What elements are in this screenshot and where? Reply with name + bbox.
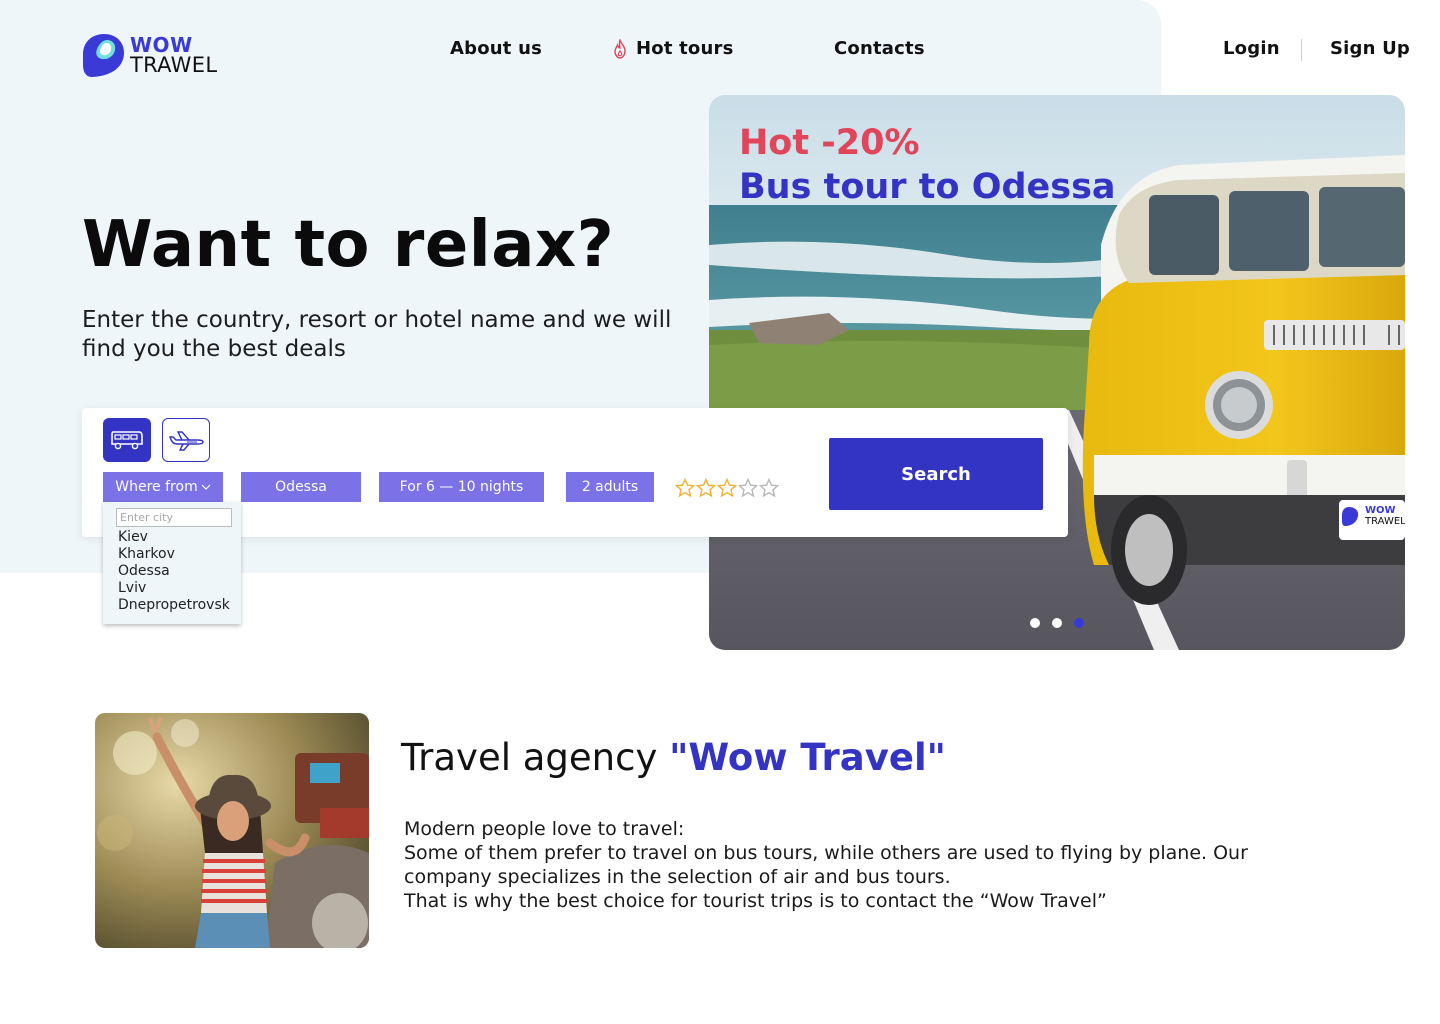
about-text: Modern people love to travel: Some of th… — [404, 817, 1304, 913]
license-plate-logo: WOW TRAWEL — [1365, 505, 1405, 527]
about-title: Travel agency "Wow Travel" — [401, 736, 946, 779]
nav-divider — [1301, 39, 1302, 61]
city-list: Kiev Kharkov Odessa Lviv Dnepropetrovsk — [118, 529, 230, 614]
nav-about-us[interactable]: About us — [450, 38, 542, 59]
star-empty-icon[interactable] — [759, 478, 779, 498]
search-button[interactable]: Search — [829, 438, 1043, 510]
carousel-dot-active[interactable] — [1074, 618, 1084, 628]
plane-mode-button[interactable] — [162, 418, 210, 462]
about-title-prefix: Travel agency — [401, 736, 670, 779]
logo[interactable]: WOW TRAWEL — [82, 32, 217, 78]
where-from-label: Where from — [115, 479, 198, 495]
hotel-rating[interactable] — [675, 478, 779, 498]
promo-discount: Hot -20% — [739, 123, 920, 163]
about-title-accent: "Wow Travel" — [669, 736, 946, 779]
carousel-dot[interactable] — [1030, 618, 1040, 628]
star-filled-icon[interactable] — [675, 478, 695, 498]
hero-headline: Want to relax? — [82, 208, 615, 282]
nav-hot-tours-label: Hot tours — [636, 38, 734, 59]
logo-wow-text: WOW — [130, 33, 193, 57]
about-paragraph: Modern people love to travel: — [404, 818, 685, 840]
carousel-dot[interactable] — [1052, 618, 1062, 628]
flame-icon — [614, 38, 626, 59]
city-option[interactable]: Kharkov — [118, 546, 230, 563]
nav-hot-tours[interactable]: Hot tours — [612, 38, 733, 59]
star-filled-icon[interactable] — [717, 478, 737, 498]
hero-subtitle: Enter the country, resort or hotel name … — [82, 307, 672, 362]
promo-banner[interactable]: Hot -20% Bus tour to Odessa WOW TRAWEL — [709, 95, 1405, 650]
about-paragraph: Some of them prefer to travel on bus tou… — [404, 842, 1248, 888]
bus-mode-button[interactable] — [103, 418, 151, 462]
about-paragraph: That is why the best choice for tourist … — [404, 890, 1107, 912]
destination-select[interactable]: Odessa — [241, 472, 361, 502]
plate-wow: WOW — [1365, 505, 1396, 516]
where-from-select[interactable]: Where from — [103, 472, 223, 502]
city-search-input[interactable] — [116, 508, 232, 527]
logo-mark-icon — [82, 32, 126, 78]
city-option[interactable]: Lviv — [118, 580, 230, 597]
plate-trawel: TRAWEL — [1365, 516, 1405, 527]
city-option[interactable]: Kiev — [118, 529, 230, 546]
carousel-dots — [1030, 618, 1084, 628]
promo-title: Bus tour to Odessa — [739, 167, 1116, 207]
plane-icon — [169, 431, 204, 451]
chevron-down-icon — [201, 484, 211, 490]
adults-select[interactable]: 2 adults — [566, 472, 654, 502]
logo-trawel-text: TRAWEL — [130, 53, 218, 77]
city-dropdown: Kiev Kharkov Odessa Lviv Dnepropetrovsk — [103, 502, 241, 624]
nights-select[interactable]: For 6 — 10 nights — [379, 472, 544, 502]
city-option[interactable]: Odessa — [118, 563, 230, 580]
about-photo — [95, 713, 369, 948]
bus-icon — [111, 431, 143, 450]
login-link[interactable]: Login — [1223, 38, 1280, 59]
star-filled-icon[interactable] — [696, 478, 716, 498]
star-empty-icon[interactable] — [738, 478, 758, 498]
city-option[interactable]: Dnepropetrovsk — [118, 597, 230, 614]
signup-link[interactable]: Sign Up — [1330, 38, 1410, 59]
nav-contacts[interactable]: Contacts — [834, 38, 925, 59]
